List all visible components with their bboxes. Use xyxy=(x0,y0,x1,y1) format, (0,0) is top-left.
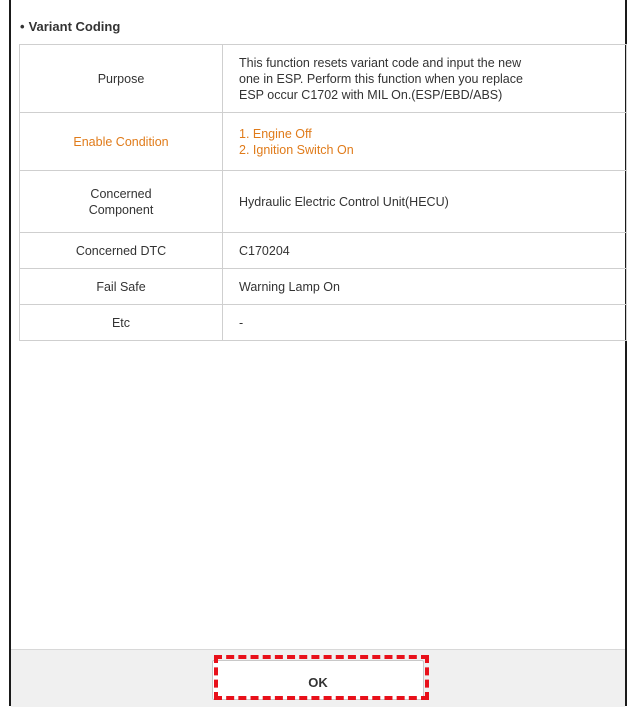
label-line: Component xyxy=(88,202,154,217)
table-row-enable-condition: Enable Condition 1. Engine Off 2. Igniti… xyxy=(19,112,627,171)
purpose-line: This function resets variant code and in… xyxy=(239,55,522,70)
label-line: Concerned xyxy=(90,186,152,201)
section-title: • Variant Coding xyxy=(20,19,120,34)
row-label-purpose: Purpose xyxy=(19,44,223,113)
bullet-icon: • xyxy=(20,19,25,34)
row-value-enable-condition: 1. Engine Off 2. Ignition Switch On xyxy=(222,112,627,171)
table-row-fail-safe: Fail Safe Warning Lamp On xyxy=(19,268,627,305)
row-value-fail-safe: Warning Lamp On xyxy=(222,268,627,305)
table-row-etc: Etc - xyxy=(19,304,627,341)
variant-coding-info-table: Purpose This function resets variant cod… xyxy=(19,44,627,341)
row-label-concerned-component: Concerned Component xyxy=(19,170,223,233)
section-title-text: Variant Coding xyxy=(28,19,121,34)
condition-line: 1. Engine Off xyxy=(239,126,312,141)
table-row-concerned-dtc: Concerned DTC C170204 xyxy=(19,232,627,269)
row-value-purpose: This function resets variant code and in… xyxy=(222,44,627,113)
condition-line: 2. Ignition Switch On xyxy=(239,142,354,157)
row-label-fail-safe: Fail Safe xyxy=(19,268,223,305)
purpose-line: one in ESP. Perform this function when y… xyxy=(239,71,523,86)
table-row-purpose: Purpose This function resets variant cod… xyxy=(19,44,627,113)
row-value-etc: - xyxy=(222,304,627,341)
row-label-etc: Etc xyxy=(19,304,223,341)
row-value-concerned-dtc: C170204 xyxy=(222,232,627,269)
table-row-concerned-component: Concerned Component Hydraulic Electric C… xyxy=(19,170,627,233)
row-value-concerned-component: Hydraulic Electric Control Unit(HECU) xyxy=(222,170,627,233)
purpose-line: ESP occur C1702 with MIL On.(ESP/EBD/ABS… xyxy=(239,87,503,102)
ok-button[interactable]: OK xyxy=(212,660,424,700)
row-label-concerned-dtc: Concerned DTC xyxy=(19,232,223,269)
row-label-enable-condition: Enable Condition xyxy=(19,112,223,171)
